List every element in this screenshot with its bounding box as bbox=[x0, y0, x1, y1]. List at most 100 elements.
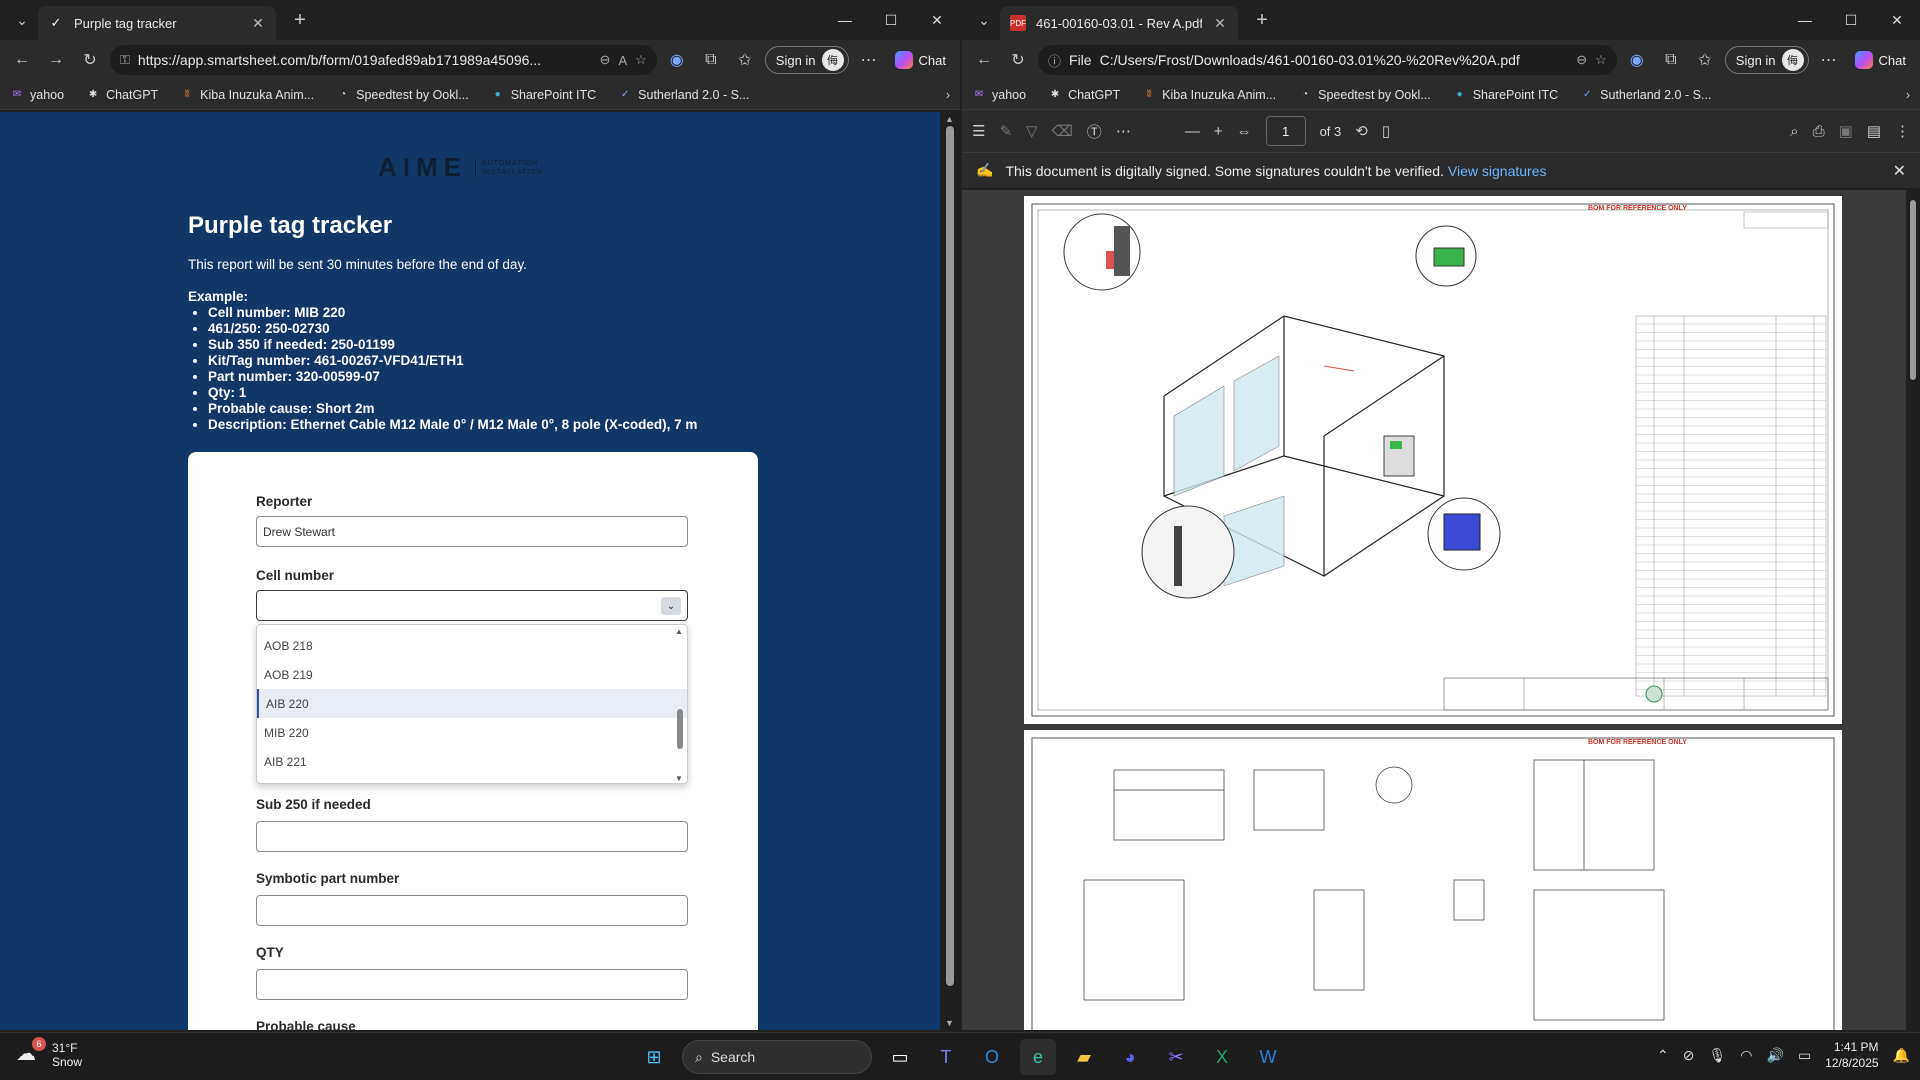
close-window-icon[interactable]: ✕ bbox=[914, 0, 960, 40]
copilot-extension-icon[interactable]: ◉ bbox=[663, 46, 691, 74]
show-hidden-icons-chevron-icon[interactable]: ⌃ bbox=[1657, 1047, 1669, 1064]
search-icon[interactable]: ⌕ bbox=[1790, 123, 1798, 140]
favorite-chatgpt[interactable]: ✱ ChatGPT bbox=[86, 88, 158, 102]
favorites-overflow-chevron-icon[interactable]: › bbox=[946, 88, 950, 102]
favorite-sharepoint[interactable]: ● SharePoint ITC bbox=[491, 88, 597, 102]
favorites-overflow-chevron-icon[interactable]: › bbox=[1906, 88, 1910, 102]
zoom-out-icon[interactable]: — bbox=[1185, 123, 1200, 140]
cell-number-select[interactable]: ⌄ bbox=[256, 590, 688, 621]
view-signatures-link[interactable]: View signatures bbox=[1448, 163, 1547, 179]
zoom-in-icon[interactable]: + bbox=[1214, 123, 1223, 140]
scroll-thumb[interactable] bbox=[946, 126, 954, 986]
extensions-icon[interactable]: ⧉ bbox=[1657, 46, 1685, 74]
favorite-speedtest[interactable]: ◔ Speedtest by Ookl... bbox=[1298, 88, 1431, 102]
reporter-input[interactable]: Drew Stewart bbox=[256, 516, 688, 547]
read-aloud-icon[interactable]: A bbox=[618, 53, 627, 68]
page-view-icon[interactable]: ▯ bbox=[1382, 122, 1390, 140]
favorite-sutherland[interactable]: ✓ Sutherland 2.0 - S... bbox=[618, 88, 749, 102]
favorite-speedtest[interactable]: ◔ Speedtest by Ookl... bbox=[336, 88, 469, 102]
teams-icon[interactable]: T bbox=[928, 1039, 964, 1075]
network-off-icon[interactable]: ⊘ bbox=[1683, 1047, 1695, 1064]
favorite-chatgpt[interactable]: ✱ ChatGPT bbox=[1048, 88, 1120, 102]
new-tab-icon[interactable]: + bbox=[1250, 9, 1274, 32]
close-window-icon[interactable]: ✕ bbox=[1874, 0, 1920, 40]
word-icon[interactable]: W bbox=[1250, 1039, 1286, 1075]
task-view-icon[interactable]: ▭ bbox=[882, 1039, 918, 1075]
dropdown-scrollbar[interactable]: ▲ ▼ bbox=[675, 627, 683, 783]
sign-in-button[interactable]: Sign in 侮 bbox=[1724, 46, 1809, 74]
more-menu-icon[interactable]: ⋯ bbox=[855, 46, 883, 74]
refresh-icon[interactable]: ↻ bbox=[1004, 46, 1032, 74]
scroll-thumb[interactable] bbox=[677, 709, 683, 749]
favorite-kiba[interactable]: ʬ Kiba Inuzuka Anim... bbox=[180, 88, 314, 102]
taskbar-search[interactable]: ⌕ Search bbox=[682, 1040, 872, 1074]
new-tab-icon[interactable]: + bbox=[288, 9, 312, 32]
pdf-scrollbar[interactable] bbox=[1906, 190, 1920, 1030]
favorite-sutherland[interactable]: ✓ Sutherland 2.0 - S... bbox=[1580, 88, 1711, 102]
page-scrollbar[interactable]: ▲ ▼ bbox=[940, 112, 960, 1030]
scroll-down-icon[interactable]: ▼ bbox=[675, 774, 683, 783]
clock[interactable]: 1:41 PM 12/8/2025 bbox=[1825, 1039, 1878, 1071]
more-menu-icon[interactable]: ⋯ bbox=[1815, 46, 1843, 74]
scroll-up-icon[interactable]: ▲ bbox=[675, 627, 683, 636]
close-tab-icon[interactable]: ✕ bbox=[1212, 15, 1228, 32]
minimize-icon[interactable]: — bbox=[822, 0, 868, 40]
dropdown-option[interactable]: MIB 220 bbox=[257, 718, 687, 747]
url-input[interactable]: ⓘ File C:/Users/Frost/Downloads/461-0016… bbox=[1038, 45, 1617, 75]
highlight-icon[interactable]: ✎ bbox=[999, 122, 1012, 140]
outlook-icon[interactable]: O bbox=[974, 1039, 1010, 1075]
refresh-icon[interactable]: ↻ bbox=[76, 46, 104, 74]
discord-icon[interactable]: ◕ bbox=[1112, 1039, 1148, 1075]
more-tools-icon[interactable]: ⋯ bbox=[1116, 122, 1131, 140]
forward-icon[interactable]: → bbox=[42, 46, 70, 74]
sign-in-button[interactable]: Sign in 侮 bbox=[764, 46, 849, 74]
excel-icon[interactable]: X bbox=[1204, 1039, 1240, 1075]
close-tab-icon[interactable]: ✕ bbox=[250, 15, 266, 32]
favorites-icon[interactable]: ✩ bbox=[731, 46, 759, 74]
snipping-tool-icon[interactable]: ✂ bbox=[1158, 1039, 1194, 1075]
qty-input[interactable] bbox=[256, 969, 688, 1000]
weather-widget[interactable]: ☁ 6 31°F Snow bbox=[16, 1037, 82, 1069]
favorites-icon[interactable]: ✩ bbox=[1691, 46, 1719, 74]
save-as-icon[interactable]: ▤ bbox=[1867, 122, 1881, 140]
site-info-icon[interactable]: ⚿ bbox=[120, 52, 130, 68]
favorite-star-icon[interactable]: ☆ bbox=[635, 52, 647, 68]
scroll-up-icon[interactable]: ▲ bbox=[945, 114, 954, 124]
page-number-input[interactable]: 1 bbox=[1265, 116, 1306, 146]
extensions-icon[interactable]: ⧉ bbox=[697, 46, 725, 74]
favorite-star-icon[interactable]: ☆ bbox=[1595, 52, 1607, 68]
dropdown-option-highlighted[interactable]: AIB 220 bbox=[257, 689, 687, 718]
scroll-thumb[interactable] bbox=[1910, 200, 1916, 380]
chat-button[interactable]: Chat bbox=[1849, 51, 1912, 69]
microphone-icon[interactable]: 🎙 bbox=[1709, 1047, 1727, 1064]
url-input[interactable]: ⚿ https://app.smartsheet.com/b/form/019a… bbox=[110, 45, 657, 75]
dropdown-option[interactable]: AOB 218 bbox=[257, 631, 687, 660]
tab-purple-tag-tracker[interactable]: ✓ Purple tag tracker ✕ bbox=[38, 6, 276, 40]
volume-icon[interactable]: 🔊 bbox=[1767, 1047, 1784, 1064]
back-icon[interactable]: ← bbox=[970, 46, 998, 74]
rotate-icon[interactable]: ⟲ bbox=[1355, 122, 1368, 140]
pdf-more-icon[interactable]: ⋮ bbox=[1895, 122, 1910, 140]
edge-icon[interactable]: e bbox=[1020, 1039, 1056, 1075]
save-icon[interactable]: ▣ bbox=[1839, 122, 1853, 140]
dropdown-option[interactable]: AOB 219 bbox=[257, 660, 687, 689]
scroll-down-icon[interactable]: ▼ bbox=[945, 1018, 954, 1028]
maximize-icon[interactable]: ☐ bbox=[1828, 0, 1874, 40]
wifi-icon[interactable]: ◠ bbox=[1740, 1047, 1752, 1064]
start-icon[interactable]: ⊞ bbox=[636, 1039, 672, 1075]
print-icon[interactable]: ⎙ bbox=[1813, 123, 1825, 140]
favorite-yahoo[interactable]: ✉ yahoo bbox=[972, 88, 1026, 102]
erase-icon[interactable]: ⌫ bbox=[1052, 122, 1073, 140]
pdf-viewer[interactable]: BOM FOR REFERENCE ONLY BOM FOR REFERENCE… bbox=[962, 190, 1920, 1030]
minimize-icon[interactable]: — bbox=[1782, 0, 1828, 40]
file-explorer-icon[interactable]: ▰ bbox=[1066, 1039, 1102, 1075]
dropdown-option[interactable]: AIB 221 bbox=[257, 747, 687, 776]
favorite-sharepoint[interactable]: ● SharePoint ITC bbox=[1453, 88, 1559, 102]
close-banner-icon[interactable]: ✕ bbox=[1893, 161, 1906, 181]
notifications-bell-icon[interactable]: 🔔 bbox=[1893, 1047, 1910, 1064]
chat-button[interactable]: Chat bbox=[889, 51, 952, 69]
zoom-icon[interactable]: ⊖ bbox=[600, 52, 611, 68]
draw-icon[interactable]: ▽ bbox=[1026, 122, 1038, 140]
zoom-icon[interactable]: ⊖ bbox=[1576, 52, 1587, 68]
file-info-icon[interactable]: ⓘ bbox=[1048, 51, 1061, 70]
